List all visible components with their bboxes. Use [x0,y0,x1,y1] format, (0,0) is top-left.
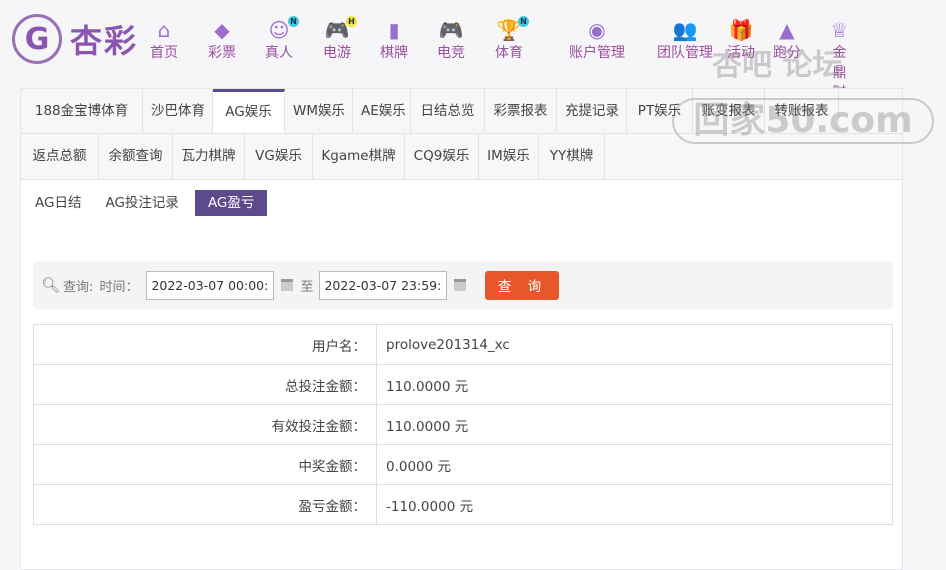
tab-row2-7[interactable]: YY棋牌 [539,134,605,179]
to-label: 至 [300,279,314,295]
badge-N: N [288,16,299,27]
tab-row2-0[interactable]: 返点总额 [21,134,99,179]
nav-item-8[interactable]: 👥 团队管理 [657,18,713,62]
home-icon: ⌂ [157,18,171,42]
row-label: 用户名： [33,324,377,365]
tab-row2-5[interactable]: CQ9娱乐 [405,134,479,179]
tab-3[interactable]: WM娱乐 [285,89,353,133]
tab-0[interactable]: 188金宝博体育 [21,89,143,133]
tab-row2-6[interactable]: IM娱乐 [479,134,539,179]
tab-8[interactable]: PT娱乐 [627,89,693,133]
row-value: 110.0000 元 [376,364,893,405]
nav-item-3[interactable]: 🎮 H 电游 [323,16,357,62]
nav-label: 账户管理 [569,45,625,61]
tab-row2-1[interactable]: 余额查询 [99,134,173,179]
esports-icon: 🎮 [438,18,464,42]
nav-label: 团队管理 [657,45,713,61]
tab-row2-2[interactable]: 瓦力棋牌 [173,134,245,179]
search-icon: 🔍︎ [41,276,61,294]
table-row: 有效投注金额： 110.0000 元 [33,404,893,445]
nav-item-9[interactable]: 🎁 活动 [727,18,755,62]
row-label: 有效投注金额： [33,404,377,445]
calendar-icon[interactable] [281,279,294,291]
subtab-1[interactable]: AG投注记录 [97,190,186,216]
row-value: 110.0000 元 [376,404,893,445]
row-label: 盈亏金额： [33,484,377,525]
tab-10[interactable]: 转账报表 [765,89,839,133]
run-icon: ▲ [779,18,795,42]
content-panel: 188金宝博体育 沙巴体育 AG娱乐 WM娱乐 AE娱乐 日结总览 彩票报表 充提记录 PT娱乐… [20,88,903,570]
end-time-input[interactable] [319,270,448,300]
row-label: 中奖金额： [33,444,377,485]
nav-item-5[interactable]: 🎮 电竞 [437,18,465,62]
row-label: 总投注金额： [33,364,377,405]
ticket-icon: ◆ [214,18,230,42]
logo-mark: G [12,14,62,64]
tab-4[interactable]: AE娱乐 [353,89,411,133]
table-row: 中奖金额： 0.0000 元 [33,444,893,485]
badge-H: H [346,16,357,27]
nav-label: 首页 [150,45,178,61]
account-icon: ◉ [588,18,606,42]
report-tabs-row-2: 返点总额 余额查询 瓦力棋牌 VG娱乐 Kgame棋牌 CQ9娱乐 IM娱乐 YY棋牌 [21,134,902,180]
nav-label: 活动 [727,45,755,61]
row-value: prolove201314_xc [376,324,893,365]
nav-label: 真人 [265,45,293,61]
gift-icon: 🎁 [728,18,754,42]
nav-item-6[interactable]: 🏆 N 体育 [495,16,529,62]
table-row: 盈亏金额： -110.0000 元 [33,484,893,525]
main-nav: ⌂ 首页 ◆ 彩票 ☺ N 真人 🎮 H 电游 ▮ 棋牌 🎮 电竞 🏆 N 体育 ◉ 账户管理 👥 团队管理 🎁 活动 ▲ 跑分… [150,16,850,121]
nav-label: 电竞 [437,45,465,61]
brand-name: 杏彩 [70,22,139,60]
tab-9[interactable]: 账变报表 [693,89,765,133]
calendar-icon[interactable] [454,279,467,291]
nav-item-1[interactable]: ◆ 彩票 [208,18,236,62]
nav-label: 彩票 [208,45,236,61]
table-row: 用户名： prolove201314_xc [33,324,893,365]
tab-row2-3[interactable]: VG娱乐 [245,134,313,179]
logo[interactable]: G 杏彩 [12,14,138,64]
badge-N: N [518,16,529,27]
report-tabs-row-1: 188金宝博体育 沙巴体育 AG娱乐 WM娱乐 AE娱乐 日结总览 彩票报表 充提记录 PT娱乐… [21,89,902,134]
nav-label: 棋牌 [380,45,408,61]
sub-tabs: AG日结 AG投注记录 AG盈亏 [27,190,902,216]
header: G 杏彩 ⌂ 首页 ◆ 彩票 ☺ N 真人 🎮 H 电游 ▮ 棋牌 🎮 电竞 🏆 N 体育 ◉ 账户管理 👥 团队管理 🎁… [0,0,946,121]
nav-item-2[interactable]: ☺ N 真人 [265,16,299,62]
nav-label: 体育 [495,45,523,61]
nav-item-10[interactable]: ▲ 跑分 [773,18,801,62]
start-time-input[interactable] [146,270,275,300]
profit-loss-table: 用户名： prolove201314_xc 总投注金额： 110.0000 元有效投注… [33,324,893,525]
table-row: 总投注金额： 110.0000 元 [33,364,893,405]
nav-item-4[interactable]: ▮ 棋牌 [380,18,408,62]
cards-icon: ▮ [388,18,400,42]
time-label: 时间： [99,279,139,295]
tab-5[interactable]: 日结总览 [411,89,485,133]
tab-1[interactable]: 沙巴体育 [143,89,213,133]
tab-row2-4[interactable]: Kgame棋牌 [313,134,405,179]
search-bar: 🔍︎ 查询: 时间： 至 查 询 [33,261,893,309]
search-button[interactable]: 查 询 [485,270,560,300]
nav-item-7[interactable]: ◉ 账户管理 [569,18,625,62]
tab-2[interactable]: AG娱乐 [213,89,285,133]
tab-7[interactable]: 充提记录 [557,89,627,133]
nav-item-0[interactable]: ⌂ 首页 [150,18,178,62]
search-label: 查询: [63,279,94,295]
tab-6[interactable]: 彩票报表 [485,89,557,133]
subtab-2[interactable]: AG盈亏 [194,190,268,216]
nav-label: 电游 [323,45,351,61]
throne-icon: ♕ [830,18,849,42]
team-icon: 👥 [672,18,698,42]
subtab-0[interactable]: AG日结 [27,190,89,216]
row-value: 0.0000 元 [376,444,893,485]
nav-label: 跑分 [773,45,801,61]
row-value: -110.0000 元 [376,484,893,525]
